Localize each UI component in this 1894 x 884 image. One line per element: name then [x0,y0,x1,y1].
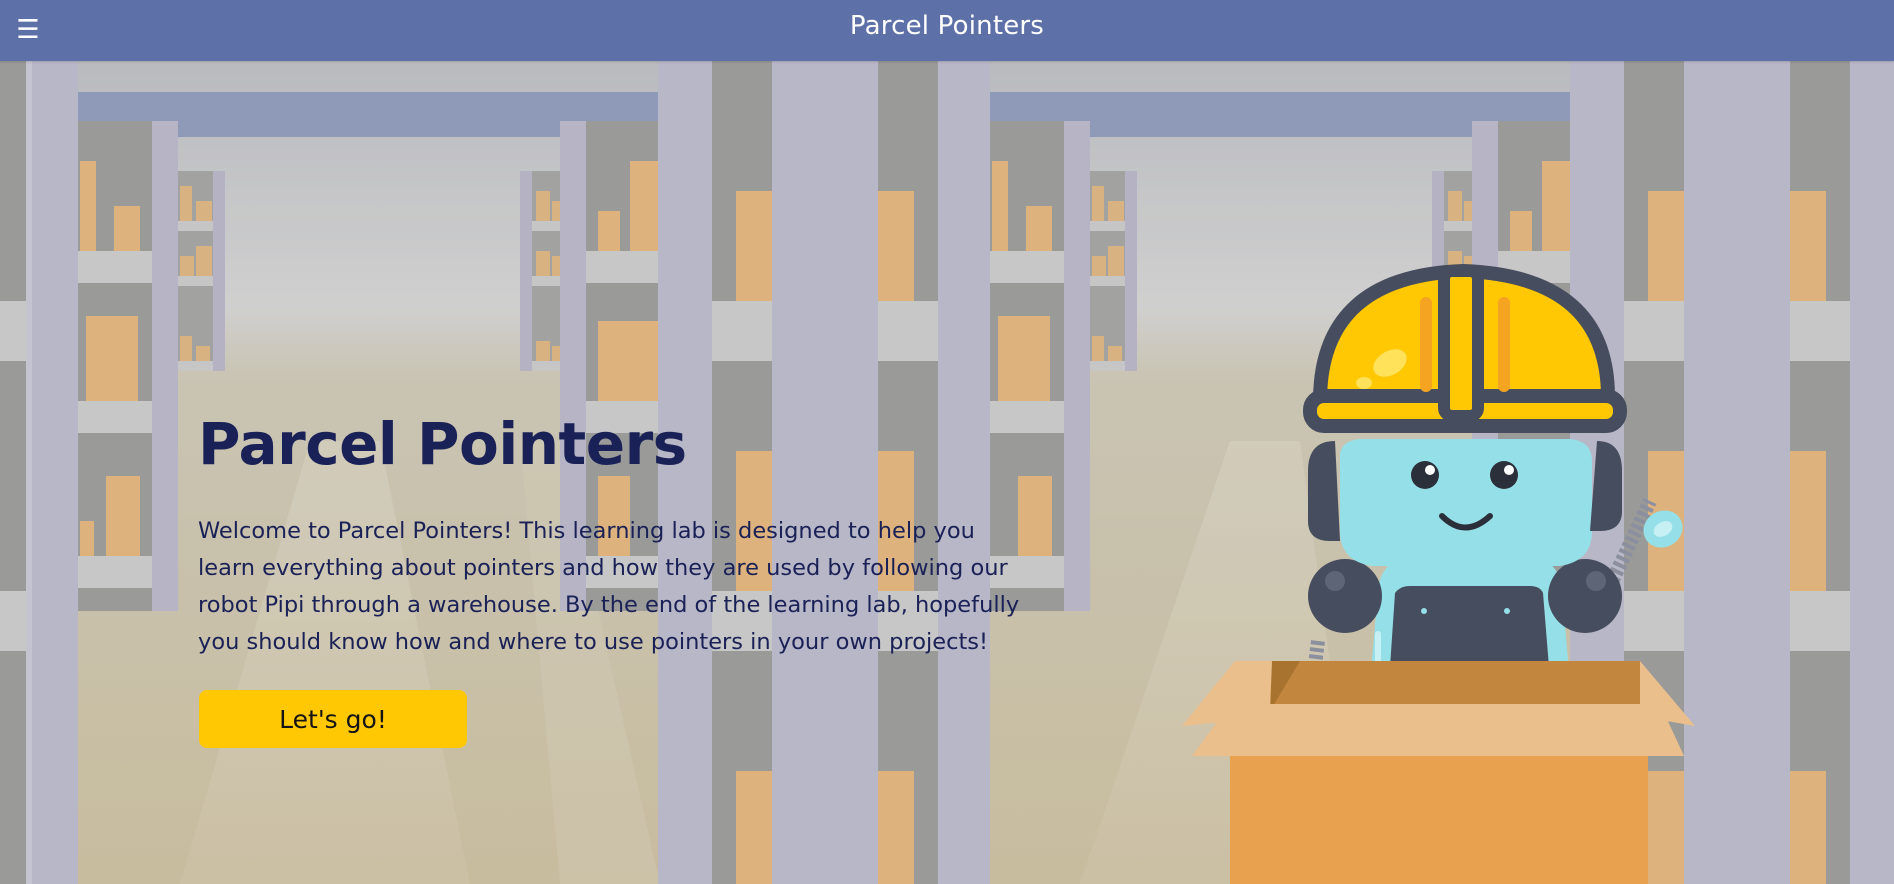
hero-description: Welcome to Parcel Pointers! This learnin… [198,518,1020,655]
top-app-bar: ☰ Parcel Pointers [0,0,1894,61]
hero-title: Parcel Pointers [198,410,687,478]
lets-go-button[interactable]: Let's go! [199,690,467,748]
app-title: Parcel Pointers [849,11,1045,41]
